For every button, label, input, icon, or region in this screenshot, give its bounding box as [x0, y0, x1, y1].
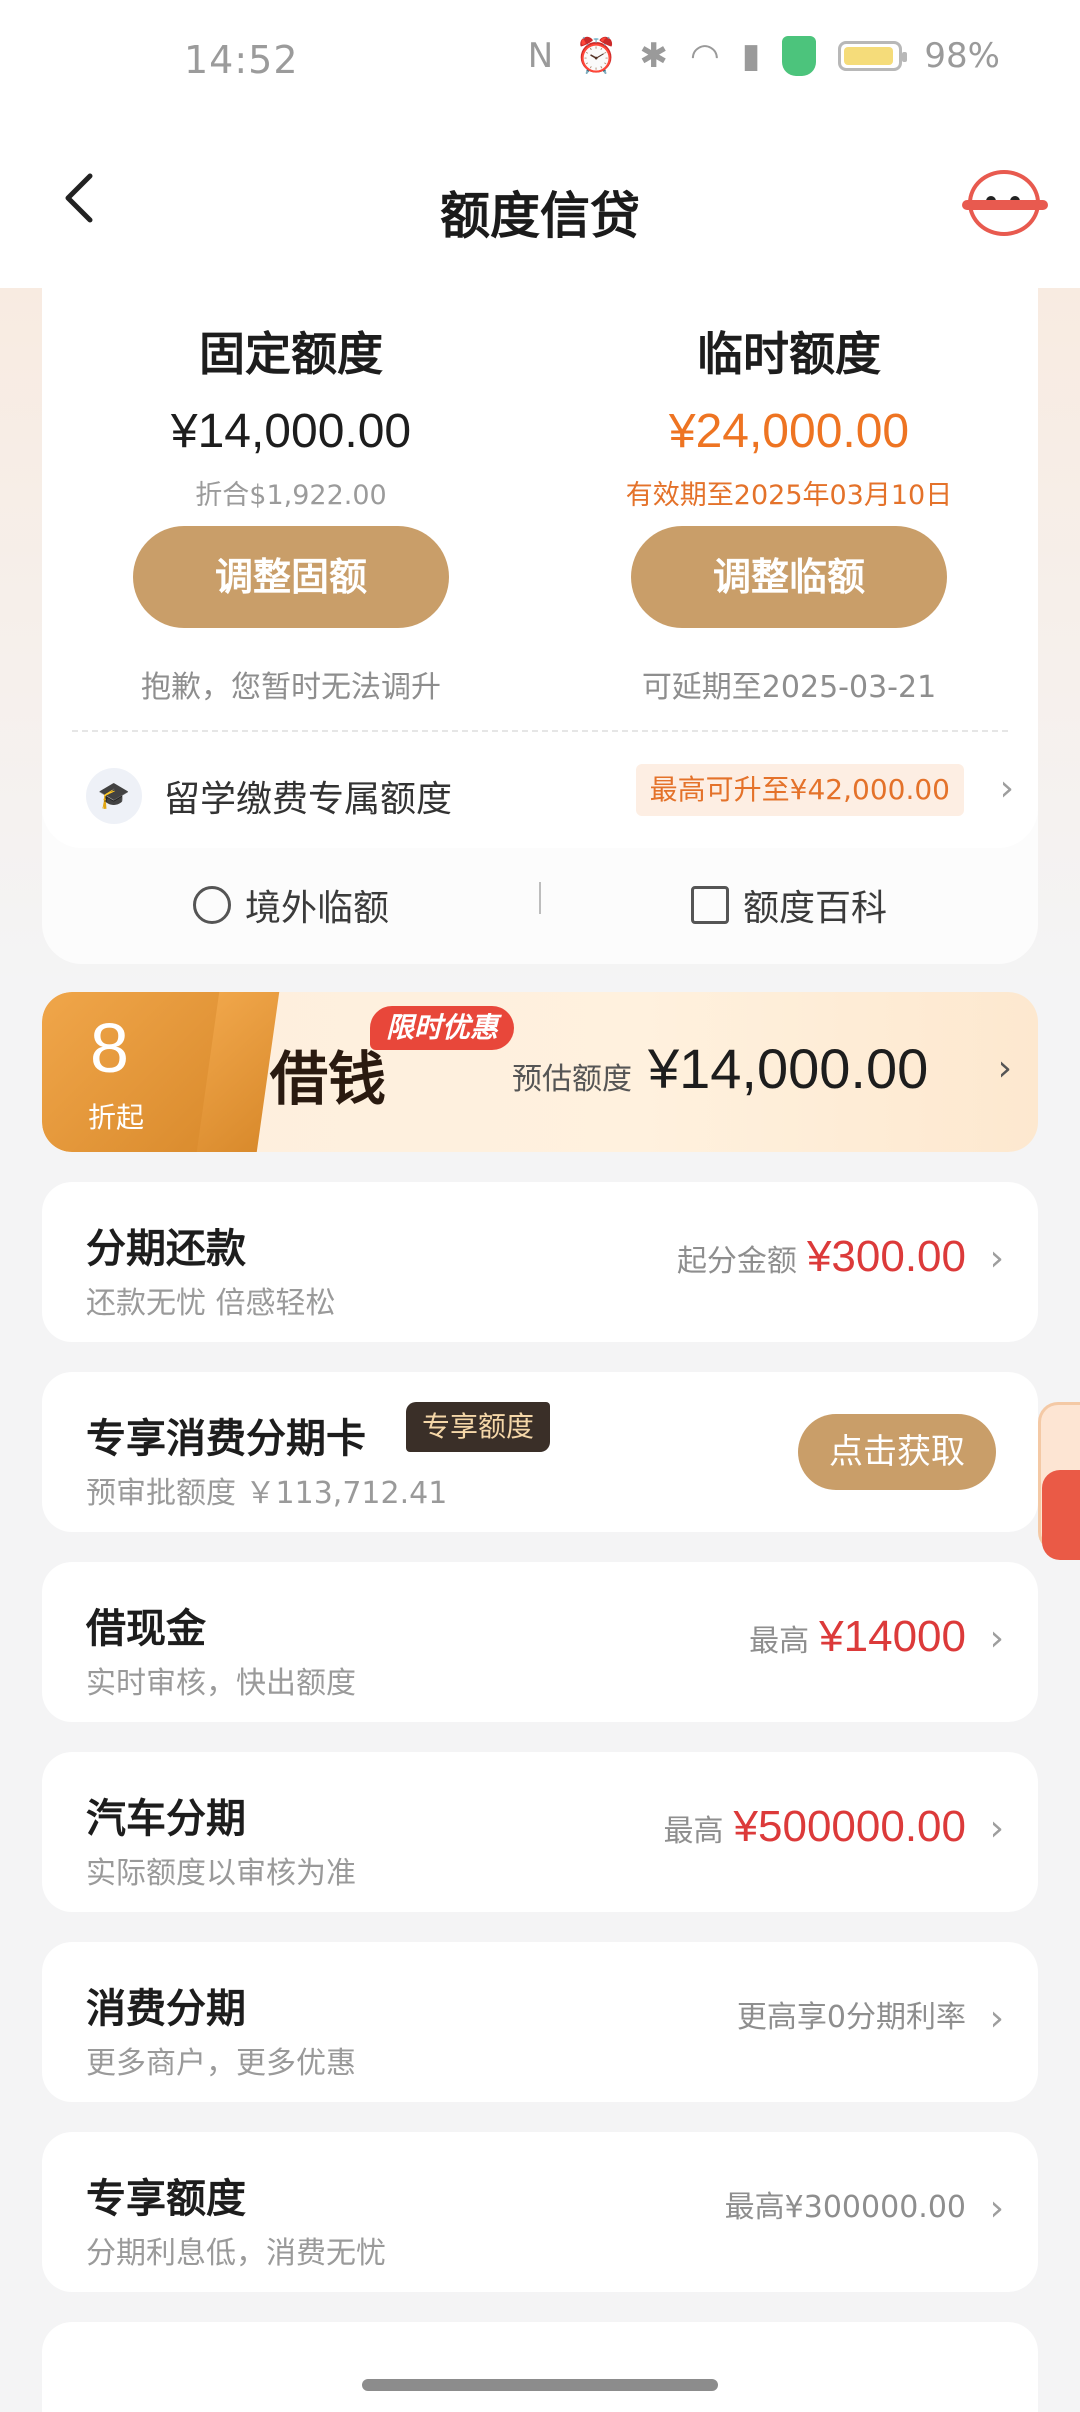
borrow-promo-banner[interactable]: 8 折起 借钱 限时优惠 预估额度 ¥14,000.00 › — [42, 992, 1038, 1152]
adjust-fixed-button[interactable]: 调整固额 — [133, 526, 449, 628]
get-now-button[interactable]: 点击获取 — [798, 1414, 996, 1490]
temp-limit-title: 临时额度 — [697, 327, 881, 381]
item-desc: 更多商户，更多优惠 — [86, 2046, 356, 2081]
study-limit-tag: 最高可升至¥42,000.00 — [635, 764, 964, 816]
refresh-icon — [192, 886, 231, 924]
temp-limit-validity: 有效期至2025年03月10日 — [625, 480, 953, 511]
status-bar: 14:52 N ⏰ ✱ ◠ ▮ 98% — [0, 0, 1080, 120]
book-icon — [690, 886, 729, 924]
item-right-label: 最高 — [663, 1814, 724, 1849]
home-indicator[interactable] — [362, 2379, 718, 2391]
chevron-right-icon: › — [989, 1998, 1004, 2039]
page-title: 额度信贷 — [440, 187, 640, 245]
battery-icon — [838, 41, 908, 71]
limit-wiki-label: 额度百科 — [742, 888, 887, 929]
signal-icon: ▮ — [741, 36, 761, 76]
fixed-limit-title: 固定额度 — [199, 327, 383, 381]
estimated-limit-amount: ¥14,000.00 — [648, 1037, 929, 1100]
item-right: 起分金额 ¥300.00 — [677, 1232, 966, 1282]
chevron-right-icon: › — [989, 1238, 1004, 1279]
item-desc: 实时审核，快出额度 — [86, 1666, 356, 1701]
item-right-label: 最高 — [749, 1624, 810, 1659]
item-title: 专享消费分期卡 — [86, 1416, 366, 1462]
nfc-icon: N — [527, 36, 554, 76]
tools-separator — [539, 882, 541, 914]
item-desc: 分期利息低，消费无忧 — [86, 2236, 386, 2271]
status-icons: N ⏰ ✱ ◠ ▮ 98% — [528, 36, 1000, 76]
item-right: 最高¥300000.00 — [725, 2182, 966, 2226]
list-item-consumer-installment[interactable]: 消费分期 更多商户，更多优惠 更高享0分期利率 › — [42, 1942, 1038, 2102]
list-item-consumer-card[interactable]: 专享消费分期卡 专享额度 预审批额度 ￥113,712.41 点击获取 — [42, 1372, 1038, 1532]
fixed-limit-column: 固定额度 ¥14,000.00 折合$1,922.00 调整固额 抱歉，您暂时无… — [42, 318, 540, 706]
fixed-limit-amount: ¥14,000.00 — [170, 405, 412, 458]
battery-percent: 98% — [924, 36, 1000, 76]
item-right-label: 更高享0分期利率 — [736, 2000, 966, 2035]
item-title: 汽车分期 — [86, 1796, 246, 1842]
chevron-right-icon: › — [989, 1618, 1004, 1659]
divider — [72, 730, 1008, 732]
discount-unit: 折起 — [88, 1101, 145, 1134]
limit-wiki-link[interactable]: 额度百科 — [540, 879, 1038, 931]
discount-value: 8 — [90, 1009, 129, 1087]
estimated-limit-label: 预估额度 — [512, 1062, 632, 1097]
chevron-right-icon: › — [989, 1808, 1004, 1849]
item-title: 消费分期 — [86, 1986, 246, 2032]
limited-offer-badge: 限时优惠 — [370, 1006, 515, 1050]
item-right-value: ¥500000.00 — [733, 1802, 966, 1851]
list-item-installment-repay[interactable]: 分期还款 还款无忧 倍感轻松 起分金额 ¥300.00 › — [42, 1182, 1038, 1342]
shield-icon — [782, 36, 817, 76]
promo-title: 借钱 — [270, 1045, 387, 1113]
status-time: 14:52 — [184, 38, 299, 82]
item-title: 分期还款 — [86, 1226, 246, 1272]
overseas-limit-label: 境外临额 — [244, 888, 389, 929]
item-title: 借现金 — [86, 1606, 206, 1652]
chevron-right-icon: › — [999, 768, 1014, 809]
overseas-limit-link[interactable]: 境外临额 — [42, 879, 540, 931]
fixed-limit-note: 抱歉，您暂时无法调升 — [141, 670, 441, 705]
item-right: 最高 ¥500000.00 — [664, 1802, 966, 1852]
chevron-right-icon: › — [989, 2188, 1004, 2229]
item-right: 最高 ¥14000 — [749, 1612, 966, 1662]
item-title: 专享额度 — [86, 2176, 246, 2222]
limits-card: 固定额度 ¥14,000.00 折合$1,922.00 调整固额 抱歉，您暂时无… — [42, 288, 1038, 964]
temp-limit-amount: ¥24,000.00 — [668, 405, 910, 458]
list-item-car-installment[interactable]: 汽车分期 实际额度以审核为准 最高 ¥500000.00 › — [42, 1752, 1038, 1912]
item-right: 更高享0分期利率 — [737, 1992, 966, 2036]
item-desc: 实际额度以审核为准 — [86, 1856, 356, 1891]
study-limit-row[interactable]: 🎓 留学缴费专属额度 — [86, 764, 452, 828]
limits-panel: 固定额度 ¥14,000.00 折合$1,922.00 调整固额 抱歉，您暂时无… — [42, 288, 1038, 848]
item-right-label: 起分金额 — [676, 1244, 797, 1279]
item-desc: 预审批额度 ￥113,712.41 — [86, 1476, 448, 1511]
adjust-temp-button[interactable]: 调整临额 — [631, 526, 947, 628]
item-right-label: 最高¥300000.00 — [724, 2190, 966, 2225]
list-item-exclusive-limit[interactable]: 专享额度 分期利息低，消费无忧 最高¥300000.00 › — [42, 2132, 1038, 2292]
temp-limit-column: 临时额度 ¥24,000.00 有效期至2025年03月10日 调整临额 可延期… — [540, 318, 1038, 706]
mascot-icon[interactable] — [962, 170, 1048, 236]
temp-limit-note: 可延期至2025-03-21 — [641, 670, 937, 705]
nav-bar: 额度信贷 — [0, 120, 1080, 288]
list-item-partial — [42, 2322, 1038, 2412]
gift-icon[interactable] — [1042, 1470, 1080, 1560]
tools-row: 境外临额 额度百科 — [42, 870, 1038, 940]
exclusive-limit-tag: 专享额度 — [406, 1402, 551, 1452]
wifi-icon: ◠ — [690, 36, 720, 76]
item-right-value: ¥14000 — [819, 1612, 966, 1661]
alarm-icon: ⏰ — [575, 36, 618, 76]
study-limit-label: 留学缴费专属额度 — [164, 779, 453, 820]
list-item-cash-loan[interactable]: 借现金 实时审核，快出额度 最高 ¥14000 › — [42, 1562, 1038, 1722]
bluetooth-icon: ✱ — [639, 36, 669, 76]
item-desc: 还款无忧 倍感轻松 — [86, 1286, 336, 1321]
fixed-limit-converted: 折合$1,922.00 — [195, 480, 387, 511]
chevron-right-icon: › — [997, 1048, 1012, 1089]
graduation-cap-icon: 🎓 — [86, 768, 142, 824]
item-right-value: ¥300.00 — [806, 1232, 966, 1281]
